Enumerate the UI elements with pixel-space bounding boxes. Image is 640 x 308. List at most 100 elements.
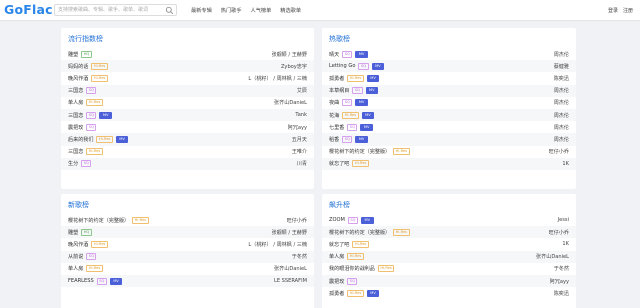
song-row[interactable]: 生分 SQ 川青 (61, 157, 314, 170)
song-row[interactable]: 樱花树下的约定（完整版） Hi-Res 旺仔小乔 (322, 146, 576, 158)
song-title[interactable]: 三国恋 (68, 148, 83, 155)
artist-name[interactable]: 陈奕迅 (554, 75, 569, 82)
artist-name[interactable]: 王唯介 (292, 148, 307, 155)
artist-name[interactable]: 周杰伦 (554, 87, 569, 94)
mv-badge[interactable]: MV (371, 62, 385, 70)
song-title[interactable]: 雕塑 (68, 229, 78, 236)
song-title[interactable]: 就忘了吧 (329, 160, 349, 167)
artist-name[interactable]: Zyboy忠宇 (281, 63, 307, 70)
song-row[interactable]: 单人房 Hi-Res 张齐山DanieL (61, 263, 314, 275)
mv-badge[interactable]: MV (115, 135, 129, 143)
song-title[interactable]: 从前说 (68, 253, 83, 260)
artist-name[interactable]: 张齐山DanieL (274, 265, 307, 272)
song-row[interactable]: ZOOM SQ MV Jessi (322, 214, 576, 226)
artist-name[interactable]: L（桃籽） / 周林枫 / 三楠 (248, 241, 307, 248)
song-title[interactable]: 孤勇者 (329, 75, 344, 82)
song-title[interactable]: 单人房 (68, 265, 83, 272)
song-title[interactable]: 花海 (329, 112, 339, 119)
song-title[interactable]: 七里香 (329, 124, 344, 131)
song-title[interactable]: 晚风作酒 (68, 241, 88, 248)
song-row[interactable]: 震把玫 SQ 阿冗ayy (322, 274, 576, 288)
song-row[interactable]: 单人房 Hi-Res 张齐山DanieL (322, 250, 576, 263)
artist-name[interactable]: 张齐山DanieL (274, 99, 307, 106)
song-title[interactable]: 樱花树下的约定（完整版） (329, 229, 390, 236)
artist-name[interactable]: 1K (562, 241, 569, 247)
mv-badge[interactable]: MV (355, 99, 368, 107)
artist-name[interactable]: 陈奕迅 (554, 290, 569, 297)
artist-name[interactable]: Tank (295, 112, 307, 118)
artist-name[interactable]: 周杰伦 (554, 124, 569, 131)
mv-badge[interactable]: MV (361, 111, 375, 119)
artist-name[interactable]: 五月天 (292, 136, 307, 143)
search-box[interactable] (54, 4, 177, 16)
song-title[interactable]: 三国恋 (68, 87, 83, 94)
artist-name[interactable]: 张靓颖 / 王赫野 (271, 229, 307, 236)
song-row[interactable]: 三国恋 SQ MV Tank (61, 108, 314, 122)
artist-name[interactable]: 川青 (297, 160, 307, 167)
site-logo[interactable]: GoFlac (4, 2, 53, 18)
song-row[interactable]: 花海 Hi-Res MV 周杰伦 (322, 108, 576, 122)
song-title[interactable]: 晚风作酒 (68, 75, 88, 82)
song-row[interactable]: 孤勇者 Hi-Res MV 陈奕迅 (322, 72, 576, 84)
artist-name[interactable]: 蔡健雅 (554, 63, 569, 70)
song-title[interactable]: Letting Go (329, 63, 355, 69)
song-row[interactable]: 晚风作酒 Hi-Res L（桃籽） / 周林枫 / 三楠 (61, 238, 314, 250)
song-row[interactable]: 我的眼泪你的战利品 Hi-Res 于冬然 (322, 263, 576, 275)
song-title[interactable]: 单人房 (68, 99, 83, 106)
search-input[interactable] (58, 5, 166, 15)
song-row[interactable]: FEARLESS SQ MV LE SSERAFIM (61, 274, 314, 288)
song-title[interactable]: 震把玫 (68, 124, 83, 131)
mv-badge[interactable]: MV (365, 87, 379, 95)
artist-name[interactable]: LE SSERAFIM (274, 278, 307, 284)
artist-name[interactable]: 于冬然 (554, 265, 569, 272)
artist-name[interactable]: 周杰伦 (554, 112, 569, 119)
song-row[interactable]: 晚风作酒 Hi-Res L（桃籽） / 周林枫 / 三楠 (61, 72, 314, 84)
artist-name[interactable]: 于冬然 (292, 253, 307, 260)
song-title[interactable]: 妈妈的话 (68, 63, 88, 70)
mv-badge[interactable]: MV (355, 50, 368, 58)
nav-charts[interactable]: 人气榜单 (251, 7, 272, 14)
song-title[interactable]: 晴天 (329, 51, 339, 58)
mv-badge[interactable]: MV (361, 216, 374, 224)
mv-badge[interactable]: MV (109, 277, 123, 285)
song-title[interactable]: 单人房 (329, 253, 344, 260)
song-title[interactable]: 稻香 (329, 136, 339, 143)
song-row[interactable]: 本草纲目 SQ MV 周杰伦 (322, 84, 576, 97)
artist-name[interactable]: 张靓颖 / 王赫野 (271, 51, 307, 58)
register-link[interactable]: 注册 (623, 7, 633, 14)
song-row[interactable]: 从前说 SQ 于冬然 (61, 250, 314, 263)
song-row[interactable]: 三国恋 SQ 艾辰 (61, 84, 314, 97)
song-title[interactable]: 就忘了吧 (329, 241, 349, 248)
song-title[interactable]: 本草纲目 (329, 87, 349, 94)
song-row[interactable]: 樱花树下的约定（完整版） Hi-Res 旺仔小乔 (61, 214, 314, 226)
artist-name[interactable]: 旺仔小乔 (287, 217, 307, 224)
artist-name[interactable]: 阿冗ayy (550, 278, 569, 285)
song-row[interactable]: 后来的我们 Hi-Res MV 五月天 (61, 133, 314, 146)
song-title[interactable]: FEARLESS (68, 278, 94, 284)
song-title[interactable]: 生分 (68, 160, 78, 167)
artist-name[interactable]: 旺仔小乔 (549, 229, 569, 236)
artist-name[interactable]: 艾辰 (297, 87, 307, 94)
song-row[interactable]: 三国恋 Hi-Res 王唯介 (61, 146, 314, 158)
mv-badge[interactable]: MV (366, 74, 380, 82)
artist-name[interactable]: L（桃籽） / 周林枫 / 三楠 (248, 75, 307, 82)
song-row[interactable]: Letting Go SQ MV 蔡健雅 (322, 60, 576, 73)
artist-name[interactable]: 周杰伦 (554, 99, 569, 106)
artist-name[interactable]: 旺仔小乔 (549, 148, 569, 155)
artist-name[interactable]: Jessi (558, 217, 569, 223)
mv-badge[interactable]: MV (355, 135, 368, 143)
song-title[interactable]: 雕塑 (68, 51, 78, 58)
song-row[interactable]: 七里香 SQ MV 周杰伦 (322, 121, 576, 133)
song-row[interactable]: 稻香 SQ MV 周杰伦 (322, 133, 576, 146)
nav-playlists[interactable]: 精选歌单 (280, 7, 301, 14)
artist-name[interactable]: 1K (562, 161, 569, 167)
artist-name[interactable]: 张齐山DanieL (536, 253, 569, 260)
song-row[interactable]: 妈妈的话 Hi-Res Zyboy忠宇 (61, 60, 314, 73)
song-title[interactable]: 后来的我们 (68, 136, 93, 143)
nav-hot-singers[interactable]: 热门歌手 (221, 7, 242, 14)
artist-name[interactable]: 周杰伦 (554, 136, 569, 143)
song-row[interactable]: 樱花树下的约定（完整版） Hi-Res 旺仔小乔 (322, 226, 576, 239)
song-row[interactable]: 晴天 SQ MV 周杰伦 (322, 48, 576, 60)
search-icon[interactable] (165, 6, 174, 15)
song-title[interactable]: 樱花树下的约定（完整版） (329, 148, 390, 155)
